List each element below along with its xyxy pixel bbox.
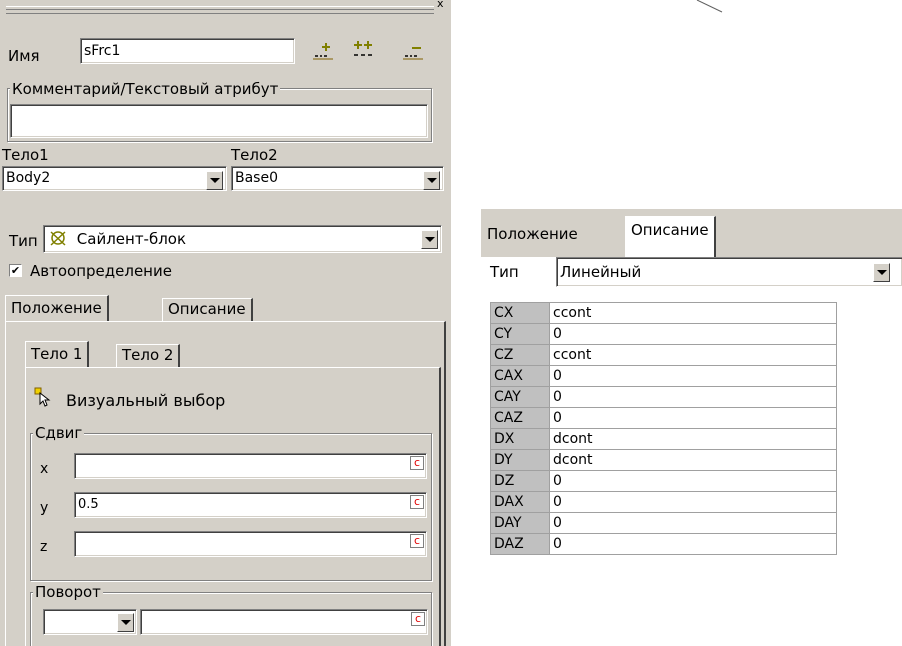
comment-group-title: Комментарий/Текстовый атрибут [10,80,281,98]
table-row[interactable]: DAZ 0 [490,533,837,555]
add-object-icon[interactable] [313,42,333,60]
comment-input[interactable] [10,104,428,138]
pointer-select-icon[interactable] [34,387,52,407]
table-row[interactable]: CX ccont [490,302,837,324]
stray-line [696,0,723,13]
shift-z-input[interactable]: c [74,531,427,557]
type-value: Сайлент-блок [76,230,187,248]
param-name-cell: DY [490,449,550,471]
param-value-cell[interactable]: 0 [549,533,837,555]
param-value-cell[interactable]: 0 [549,512,837,534]
param-name-cell: DAY [490,512,550,534]
name-input[interactable]: sFrc1 [80,38,295,64]
rotation-group-title: Поворот [33,583,103,601]
name-label: Имя [8,47,40,65]
param-value-cell[interactable]: 0 [549,491,837,513]
table-row[interactable]: DAX 0 [490,491,837,513]
body2-dropdown-button[interactable] [423,171,440,190]
shift-x-c-button[interactable]: c [410,456,424,470]
add-multiple-icon[interactable] [352,40,372,58]
shift-z-label: z [40,539,48,555]
body1-dropdown-button[interactable] [206,171,223,190]
param-name-cell: DX [490,428,550,450]
tab-body1[interactable]: Тело 1 [25,341,90,367]
param-value-cell[interactable]: 0 [549,323,837,345]
shift-z-c-button[interactable]: c [410,534,424,548]
shift-group-title: Сдвиг [33,424,85,442]
visual-select-label[interactable]: Визуальный выбор [66,392,225,410]
table-row[interactable]: DZ 0 [490,470,837,492]
right-type-value: Линейный [560,263,642,281]
type-dropdown-button[interactable] [421,230,438,249]
shift-y-c-button[interactable]: c [410,495,424,509]
type-label: Тип [9,232,38,250]
right-type-label: Тип [490,263,519,281]
param-name-cell: CY [490,323,550,345]
params-table: CX ccont CY 0 CZ ccont CAX 0 CAY 0 CAZ 0 DX dcont DY dc… [490,302,837,555]
param-name-cell: CZ [490,344,550,366]
rotation-c-button[interactable]: c [411,612,425,626]
body2-value: Base0 [235,170,278,186]
tab-description[interactable]: Описание [162,298,253,321]
right-tab-position[interactable]: Положение [482,221,583,248]
param-value-cell[interactable]: ccont [549,302,837,324]
silent-block-icon [50,231,66,246]
rotation-value-input[interactable]: c [140,609,428,635]
shift-y-label: y [40,500,49,516]
param-name-cell: DZ [490,470,550,492]
shift-y-input[interactable]: 0.5 c [74,492,427,518]
table-row[interactable]: CY 0 [490,323,837,345]
table-row[interactable]: DY dcont [490,449,837,471]
right-type-select[interactable]: Линейный [556,257,902,287]
description-panel: Положение Описание Тип Линейный CX ccont C… [481,209,902,646]
shift-y-value: 0.5 [78,497,99,512]
auto-define-label: Автоопределение [30,262,172,280]
param-name-cell: CAY [490,386,550,408]
body1-label: Тело1 [2,146,49,164]
param-name-cell: DAZ [490,533,550,555]
param-value-cell[interactable]: 0 [549,386,837,408]
param-value-cell[interactable]: 0 [549,365,837,387]
param-name-cell: CAZ [490,407,550,429]
right-type-dropdown-button[interactable] [873,263,890,282]
panel-grip[interactable] [6,6,434,14]
table-row[interactable]: CAX 0 [490,365,837,387]
right-tab-description[interactable]: Описание [625,216,716,257]
table-row[interactable]: DAY 0 [490,512,837,534]
param-name-cell: DAX [490,491,550,513]
rotation-axis-dropdown-button[interactable] [117,613,134,632]
table-row[interactable]: CAY 0 [490,386,837,408]
param-value-cell[interactable]: ccont [549,344,837,366]
param-value-cell[interactable]: 0 [549,470,837,492]
properties-panel: x Имя sFrc1 Комментарий/Текстовый атрибу… [0,0,451,646]
remove-object-icon[interactable] [403,42,423,60]
type-select[interactable]: Сайлент-блок [43,225,442,253]
tab-position[interactable]: Положение [5,295,109,321]
param-value-cell[interactable]: dcont [549,449,837,471]
body2-select[interactable]: Base0 [231,166,444,191]
table-row[interactable]: CAZ 0 [490,407,837,429]
param-value-cell[interactable]: dcont [549,428,837,450]
body1-select[interactable]: Body2 [2,166,227,191]
tab-body2[interactable]: Тело 2 [116,344,181,367]
table-row[interactable]: DX dcont [490,428,837,450]
auto-define-checkbox[interactable]: ✔ [9,264,22,277]
shift-x-label: x [40,461,49,477]
panel-close-icon[interactable]: x [437,0,444,11]
table-row[interactable]: CZ ccont [490,344,837,366]
param-name-cell: CAX [490,365,550,387]
param-name-cell: CX [490,302,550,324]
shift-x-input[interactable]: c [74,453,427,479]
param-value-cell[interactable]: 0 [549,407,837,429]
body2-label: Тело2 [231,146,278,164]
body1-value: Body2 [6,170,51,186]
